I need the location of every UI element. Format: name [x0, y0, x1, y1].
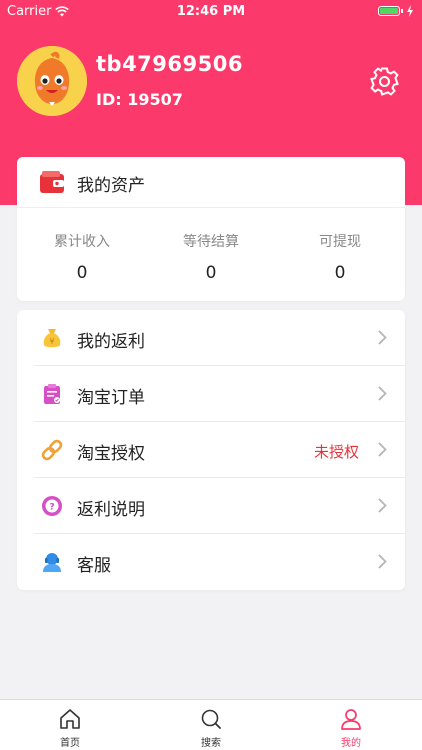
search-icon	[201, 709, 221, 729]
stat-withdrawable: 可提现 0	[275, 231, 405, 283]
tab-bar: 首页 搜索 我的	[0, 699, 422, 750]
clipboard-icon	[44, 384, 60, 404]
chevron-right-icon	[378, 554, 387, 569]
menu-item-label: 客服	[77, 556, 111, 576]
assets-header: 我的资产	[17, 157, 405, 208]
menu-item-customer-service[interactable]: 客服	[17, 534, 405, 590]
menu-item-taobao-authorization[interactable]: 淘宝授权 未授权	[17, 422, 405, 478]
wallet-icon	[40, 171, 64, 193]
stat-pending-settlement: 等待结算 0	[146, 231, 276, 283]
menu-item-label: 淘宝授权	[77, 444, 145, 464]
assets-card: 我的资产 累计收入 0 等待结算 0 可提现 0	[17, 157, 405, 301]
username: tb47969506	[96, 52, 243, 76]
stat-label: 累计收入	[54, 234, 110, 250]
avatar[interactable]	[17, 46, 87, 116]
svg-text:¥: ¥	[49, 337, 54, 346]
battery-icon	[378, 5, 414, 17]
stat-value: 0	[334, 263, 346, 283]
chevron-right-icon	[378, 442, 387, 457]
stat-value: 0	[205, 263, 217, 283]
authorization-status: 未授权	[313, 443, 359, 461]
tab-label: 我的	[341, 738, 361, 749]
tab-search[interactable]: 搜索	[141, 700, 281, 750]
stat-total-income: 累计收入 0	[17, 231, 147, 283]
chevron-right-icon	[378, 498, 387, 513]
user-id: ID: 19507	[96, 90, 183, 109]
menu-item-label: 淘宝订单	[77, 388, 145, 408]
chevron-right-icon	[378, 386, 387, 401]
money-bag-icon: ¥	[43, 329, 61, 348]
menu-item-rebate-instructions[interactable]: ? 返利说明	[17, 478, 405, 534]
chevron-right-icon	[378, 330, 387, 345]
customer-service-icon	[43, 553, 61, 572]
stat-label: 可提现	[319, 234, 361, 250]
user-icon	[341, 709, 361, 730]
tab-label: 首页	[60, 738, 80, 749]
tab-label: 搜索	[201, 738, 221, 749]
assets-title: 我的资产	[77, 176, 145, 196]
menu-item-label: 返利说明	[77, 500, 145, 520]
menu-item-label: 我的返利	[77, 332, 145, 352]
menu-item-my-rebate[interactable]: ¥ 我的返利	[17, 310, 405, 366]
tab-home[interactable]: 首页	[0, 700, 140, 750]
home-icon	[60, 709, 80, 729]
menu-item-taobao-orders[interactable]: 淘宝订单	[17, 366, 405, 422]
gear-icon	[370, 67, 399, 96]
menu-card: ¥ 我的返利 淘宝订单 淘宝授权 未授权 ? 返利说明 客服	[17, 310, 405, 590]
stat-label: 等待结算	[183, 234, 239, 250]
link-icon	[41, 439, 63, 461]
question-icon: ?	[42, 496, 62, 516]
tab-me[interactable]: 我的	[281, 700, 421, 750]
svg-text:?: ?	[49, 503, 54, 513]
clock: 12:46 PM	[176, 4, 246, 19]
status-bar: Carrier 12:46 PM	[0, 0, 422, 24]
stat-value: 0	[76, 263, 88, 283]
settings-button[interactable]	[369, 66, 400, 97]
mascot-avatar-icon	[17, 46, 87, 116]
